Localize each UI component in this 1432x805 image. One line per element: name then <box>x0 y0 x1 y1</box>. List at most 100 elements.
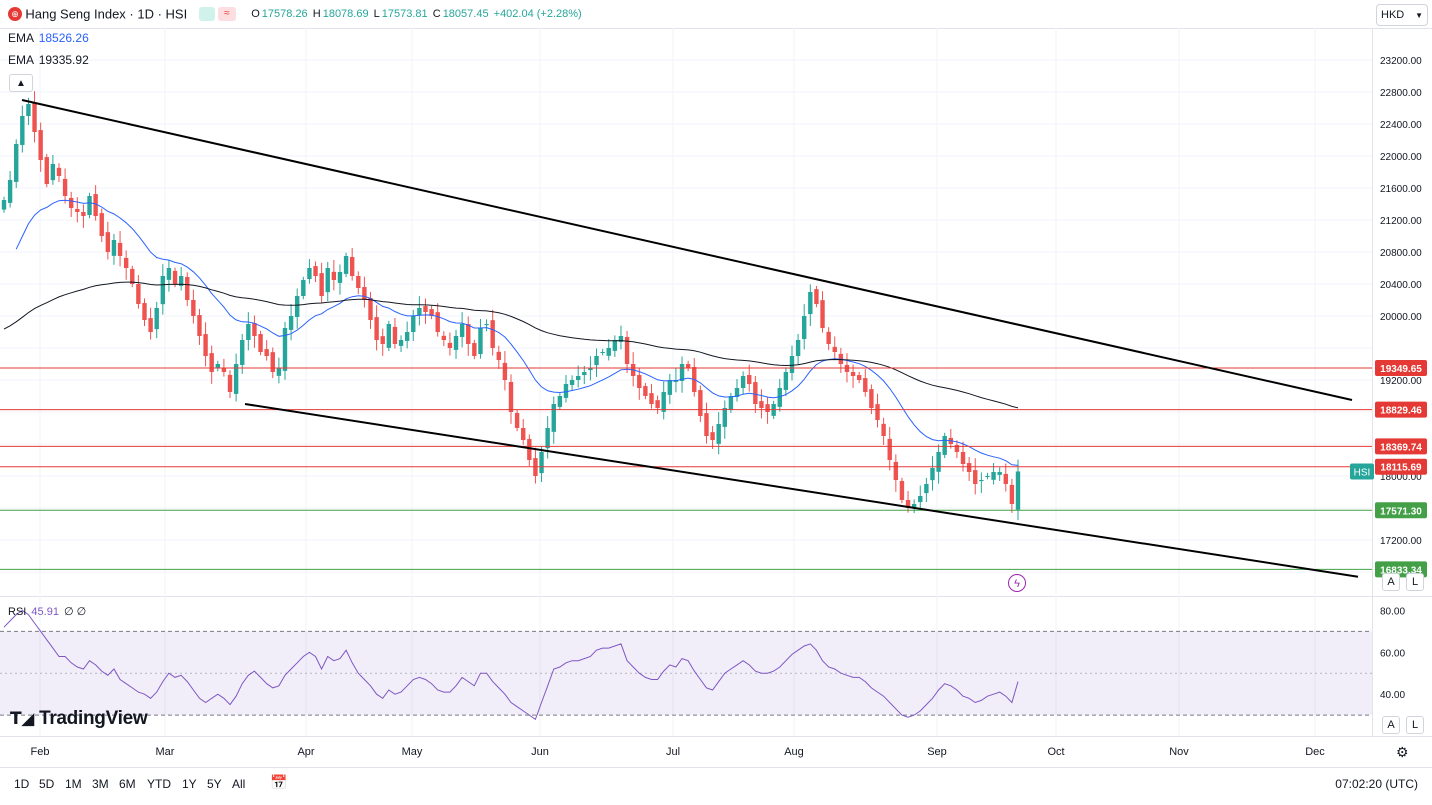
x-tick-label: Oct <box>1047 746 1064 758</box>
candle-body <box>765 404 770 412</box>
market-status-icon[interactable] <box>198 6 215 21</box>
candle-body <box>600 352 605 353</box>
candle-body <box>472 343 477 356</box>
rsi-auto-scale-button[interactable]: A <box>1382 716 1400 734</box>
symbol-title[interactable]: Hang Seng Index · 1D · HSI <box>25 6 187 21</box>
close-value: 18057.45 <box>442 7 489 20</box>
candle-body <box>643 386 648 396</box>
candle-body <box>240 340 245 365</box>
price-log-scale-button[interactable]: L <box>1406 573 1424 591</box>
x-tick-label: Aug <box>784 746 804 758</box>
candle-body <box>282 328 288 371</box>
ohlc-values: O 17578.26 H 18078.69 L 17573.81 C 18057.45 … <box>251 8 583 20</box>
candle-body <box>661 392 666 412</box>
candle-body <box>166 268 172 280</box>
candle-body <box>655 400 660 408</box>
candle-body <box>14 144 19 182</box>
rsi-legend[interactable]: RSI 45.91 ∅ ∅ <box>8 605 86 618</box>
candle-body <box>899 480 905 500</box>
candle-body <box>307 268 312 280</box>
collapse-legend-button[interactable]: ▲ <box>9 74 33 92</box>
candle-body <box>68 197 74 208</box>
timeframe-1m[interactable]: 1M <box>65 777 82 791</box>
timeframe-1y[interactable]: 1Y <box>182 777 197 791</box>
ema1-label: EMA <box>8 31 34 45</box>
candle-body <box>20 116 25 145</box>
candle-body <box>75 208 80 212</box>
candle-body <box>539 452 544 474</box>
candle-body <box>753 382 758 404</box>
candle-body <box>441 335 447 340</box>
candle-body <box>459 324 465 337</box>
candle-body <box>722 408 727 427</box>
candle-body <box>325 268 330 293</box>
log-label: L <box>1411 719 1419 731</box>
timeframe-ytd[interactable]: YTD <box>147 777 171 791</box>
ema-legend-2[interactable]: EMA 19335.92 <box>8 53 89 67</box>
timeframe-5y[interactable]: 5Y <box>207 777 222 791</box>
candle-body <box>875 404 880 420</box>
timeframe-5d[interactable]: 5D <box>39 777 54 791</box>
candle-body <box>343 256 349 274</box>
candle-body <box>356 276 361 288</box>
candle-body <box>942 436 947 455</box>
chart-canvas[interactable]: Feb Mar Apr May Jun Jul Aug Sep Oct Nov Dec 17200.0… <box>0 0 1432 805</box>
tradingview-logo: 𝗧◢ TradingView <box>10 708 148 730</box>
data-status-icon[interactable]: ≈ <box>217 6 236 21</box>
rsi-log-scale-button[interactable]: L <box>1406 716 1424 734</box>
candle-body <box>484 324 489 326</box>
x-tick-label: Dec <box>1305 746 1325 758</box>
candle-body <box>527 439 532 460</box>
candle-body <box>814 289 819 304</box>
lightning-marker[interactable]: ϟ <box>1008 574 1026 592</box>
y-tick-label: 22400.00 <box>1380 120 1422 131</box>
candle-body <box>802 316 807 340</box>
x-tick-label: Nov <box>1169 746 1189 758</box>
candle-body <box>392 326 398 344</box>
y-tick-label: 21600.00 <box>1380 184 1422 195</box>
currency-select[interactable]: HKD ▼ <box>1376 4 1428 26</box>
current-price-label: HSI <box>1354 467 1371 478</box>
low-label: L <box>373 7 380 20</box>
candle-body <box>123 257 129 268</box>
candle-body <box>337 272 343 283</box>
log-label: L <box>1411 576 1419 588</box>
candle-body <box>966 463 972 472</box>
rsi-y-tick-label: 60.00 <box>1380 648 1405 659</box>
chevron-up-icon: ▲ <box>16 77 26 89</box>
upper-trendline[interactable] <box>21 99 1353 401</box>
y-tick-label: 20000.00 <box>1380 312 1422 323</box>
timeframe-3m[interactable]: 3M <box>92 777 109 791</box>
candle-body <box>667 380 673 395</box>
candle-body <box>582 372 587 376</box>
open-value: 17578.26 <box>261 7 308 20</box>
candle-body <box>685 364 691 368</box>
timeframe-1d[interactable]: 1D <box>14 777 29 791</box>
timeframe-all[interactable]: All <box>232 777 245 791</box>
x-tick-label: Feb <box>31 746 50 758</box>
clock[interactable]: 07:02:20 (UTC) <box>1335 777 1418 791</box>
y-tick-label: 20800.00 <box>1380 248 1422 259</box>
date-range-button[interactable]: 📅 <box>270 774 287 791</box>
timeframe-6m[interactable]: 6M <box>119 777 136 791</box>
y-tick-label: 17200.00 <box>1380 536 1422 547</box>
candle-body <box>142 303 147 320</box>
price-auto-scale-button[interactable]: A <box>1382 573 1400 591</box>
candle-body <box>496 351 501 360</box>
candle-body <box>172 270 178 284</box>
ema-legend-1[interactable]: EMA 18526.26 <box>8 31 89 45</box>
tradingview-logo-icon: 𝗧◢ <box>10 709 35 728</box>
candle-body <box>808 292 813 315</box>
settings-gear-button[interactable]: ⚙ <box>1396 744 1409 761</box>
candle-body <box>979 480 984 482</box>
candle-body <box>759 401 764 408</box>
candle-body <box>606 348 611 356</box>
candle-body <box>881 423 886 436</box>
candle-body <box>258 334 263 352</box>
x-tick-label: Mar <box>156 746 175 758</box>
low-value: 17573.81 <box>381 7 428 20</box>
candle-body <box>136 284 141 304</box>
candle-body <box>185 276 190 300</box>
candle-body <box>783 372 789 390</box>
candle-body <box>81 212 86 216</box>
